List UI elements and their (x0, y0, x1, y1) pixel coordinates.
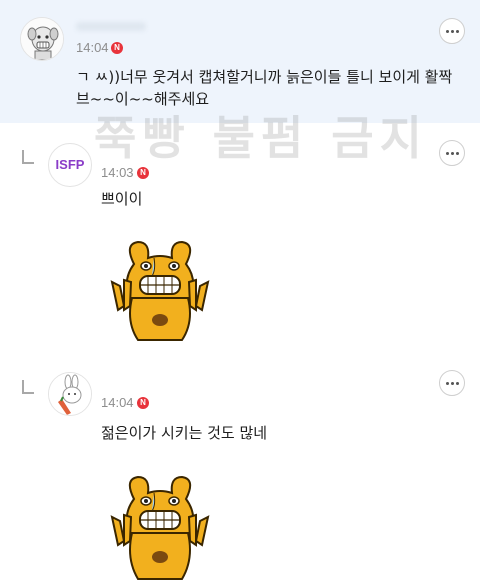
comment-text: 쁘이이 (101, 190, 143, 208)
dog-avatar-icon[interactable] (20, 17, 64, 61)
rabbit-avatar-icon[interactable] (48, 372, 92, 416)
comment-time: 14:03 (101, 165, 134, 180)
isfp-avatar[interactable]: ISFP (48, 143, 92, 187)
comment-1: 14:04 N ㄱ ㅆ))너무 웃겨서 캡쳐할거니까 늙은이들 틀니 보이게 활… (0, 0, 480, 123)
new-badge: N (137, 167, 149, 179)
comment-3: 14:04 N 젊은이가 시키는 것도 많네 (0, 353, 480, 584)
comment-text: 젊은이가 시키는 것도 많네 (101, 424, 268, 442)
comment-text: ㄱ ㅆ))너무 웃겨서 캡쳐할거니까 늙은이들 틀니 보이게 활짝 브~~이~~… (76, 66, 476, 110)
reply-indicator-icon (22, 380, 34, 394)
comment-text-line-1: ㄱ ㅆ))너무 웃겨서 캡쳐할거니까 늙은이들 틀니 보이게 활짝 (76, 68, 453, 86)
laughing-bear-sticker (104, 471, 216, 585)
more-options-button[interactable] (439, 370, 465, 396)
comment-text-line-2: 브~~이~~해주세요 (76, 90, 210, 108)
more-options-button[interactable] (439, 140, 465, 166)
comment-time: 14:04 (101, 395, 134, 410)
reply-indicator-icon (22, 150, 34, 164)
new-badge: N (111, 42, 123, 54)
author-name-hidden (76, 22, 146, 31)
more-options-button[interactable] (439, 18, 465, 44)
comment-2: ISFP 14:03 N 쁘이이 (0, 123, 480, 353)
new-badge: N (137, 397, 149, 409)
laughing-bear-sticker (104, 236, 216, 346)
isfp-avatar-label: ISFP (55, 157, 85, 172)
comment-time: 14:04 (76, 40, 109, 55)
